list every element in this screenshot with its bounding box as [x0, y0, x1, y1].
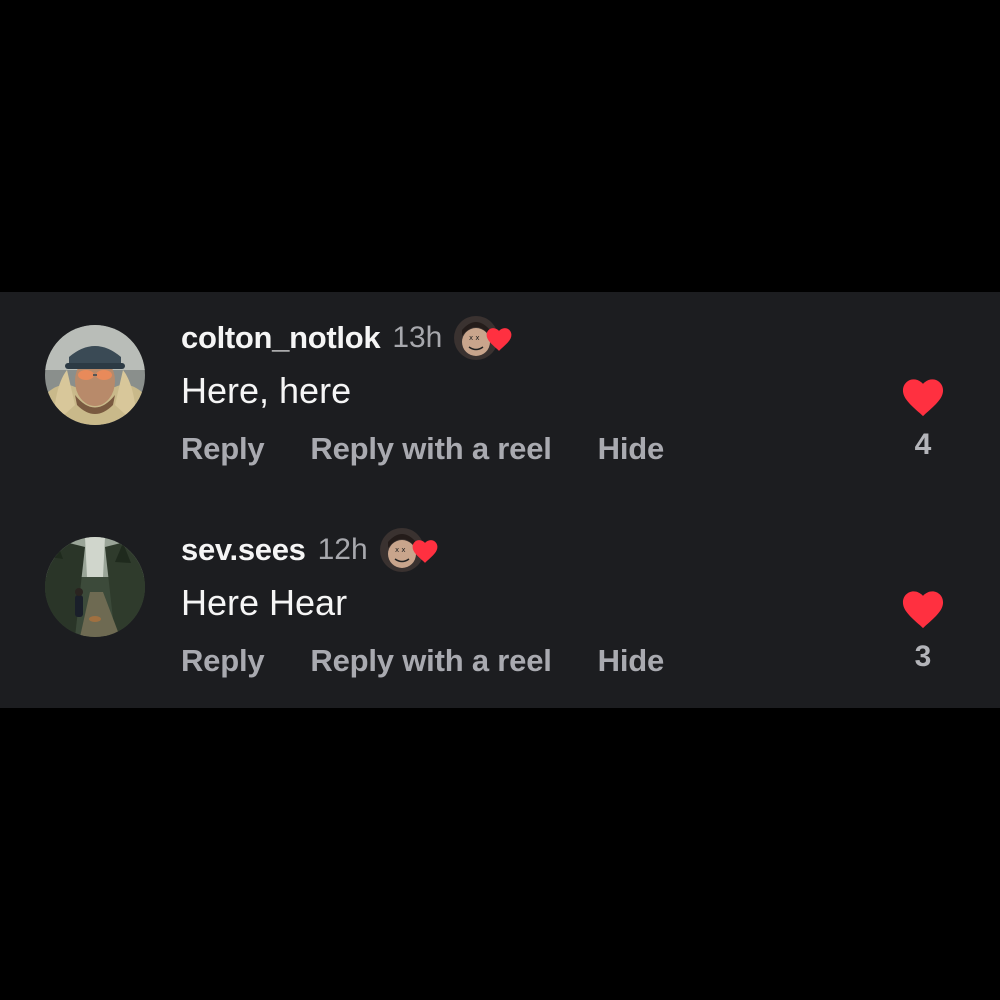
heart-filled-icon — [902, 379, 944, 417]
timestamp: 13h — [392, 321, 443, 354]
timestamp: 12h — [317, 533, 368, 566]
comment-text: Here, here — [181, 370, 352, 411]
heart-filled-icon — [902, 591, 944, 629]
reply-button[interactable]: Reply — [181, 431, 265, 467]
comments-panel: colton_notlok 13h x x Here, here Reply R… — [0, 292, 1000, 708]
like-count: 4 — [914, 428, 932, 461]
comment-actions: Reply Reply with a reel Hide — [181, 636, 664, 686]
reply-with-reel-button[interactable]: Reply with a reel — [310, 431, 551, 467]
comment-item: colton_notlok 13h x x Here, here Reply R… — [0, 312, 1000, 482]
heart-icon — [412, 540, 438, 563]
comment-actions: Reply Reply with a reel Hide — [181, 424, 664, 474]
avatar[interactable] — [45, 325, 145, 425]
username[interactable]: colton_notlok — [181, 320, 381, 356]
reply-button[interactable]: Reply — [181, 643, 265, 679]
comment-header: colton_notlok 13h x x — [181, 315, 518, 361]
like-button[interactable]: 3 — [892, 588, 954, 698]
comment-header: sev.sees 12h x x — [181, 527, 444, 573]
hide-button[interactable]: Hide — [598, 431, 665, 467]
svg-text:x x: x x — [395, 546, 406, 554]
like-button[interactable]: 4 — [892, 376, 954, 486]
like-count: 3 — [914, 640, 932, 673]
comment-item: sev.sees 12h x x Here Hear Reply Reply w… — [0, 524, 1000, 694]
comment-text: Here Hear — [181, 582, 348, 623]
svg-text:x x: x x — [469, 334, 480, 342]
reply-with-reel-button[interactable]: Reply with a reel — [310, 643, 551, 679]
creator-liked-badge: x x — [379, 527, 444, 573]
creator-liked-badge: x x — [454, 315, 518, 361]
username[interactable]: sev.sees — [181, 532, 306, 568]
heart-icon — [486, 328, 512, 351]
avatar[interactable] — [45, 537, 145, 637]
hide-button[interactable]: Hide — [598, 643, 665, 679]
screen: colton_notlok 13h x x Here, here Reply R… — [0, 0, 1000, 1000]
